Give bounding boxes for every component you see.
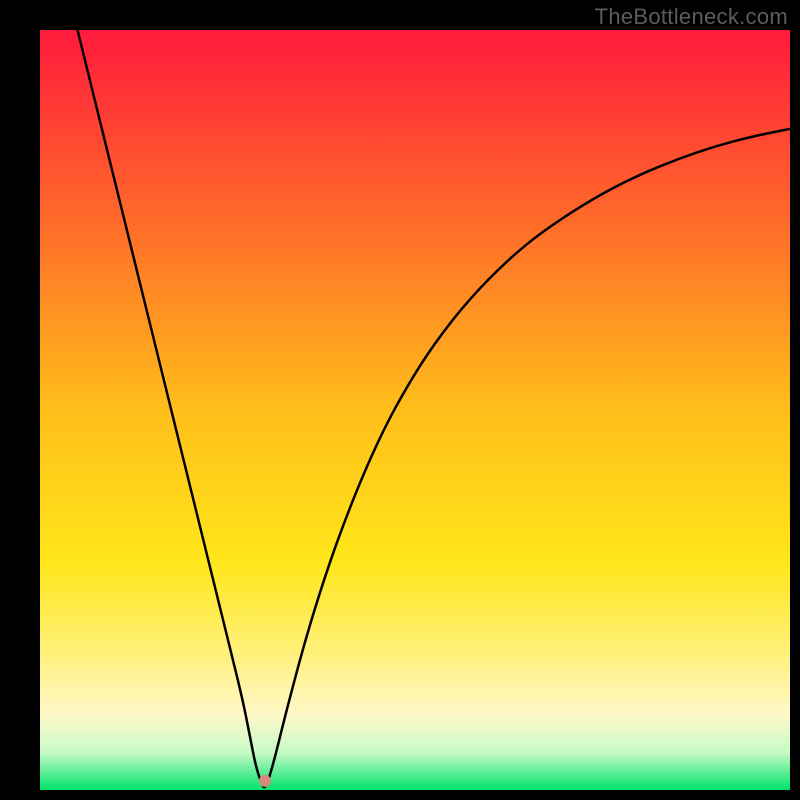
watermark-text: TheBottleneck.com: [595, 4, 788, 30]
chart-svg: [40, 30, 790, 790]
gradient-background: [40, 30, 790, 790]
plot-area: [40, 30, 790, 790]
chart-frame: TheBottleneck.com: [0, 0, 800, 800]
minimum-marker: [259, 775, 271, 787]
